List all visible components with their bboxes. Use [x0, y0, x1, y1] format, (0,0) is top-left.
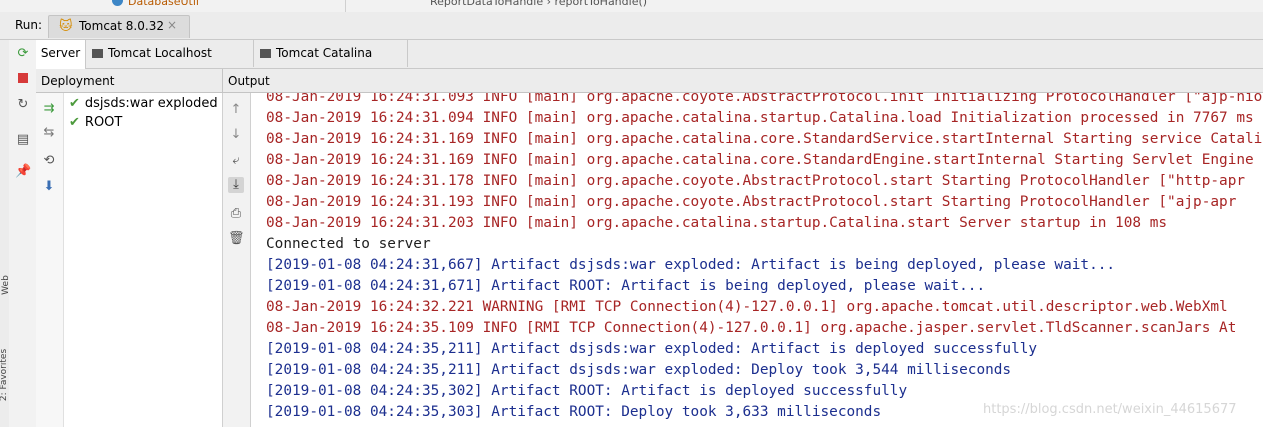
deployment-toolbar: ⇉ ⇆ ⟲ ⬇ [36, 93, 64, 427]
artifact-name: dsjsds:war exploded [84, 96, 218, 111]
check-icon: ✔ [69, 115, 80, 130]
console-line: 08-Jan-2019 16:24:31.093 INFO [main] org… [266, 93, 1263, 105]
output-toolbar: ↑ ↓ ⤶ ⤓ ⎙ 🗑 [223, 93, 251, 427]
console-line: 08-Jan-2019 16:24:31.169 INFO [main] org… [266, 131, 1263, 147]
console-line: 08-Jan-2019 16:24:31.203 INFO [main] org… [266, 215, 1168, 231]
log-icon [260, 49, 271, 58]
artifact-name: ROOT [84, 115, 123, 130]
run-config-name: Tomcat 8.0.32 [79, 19, 164, 33]
run-config-tab[interactable]: 🐱 Tomcat 8.0.32 × [48, 15, 190, 38]
tab-tomcat-catalina-log[interactable]: Tomcat Catalina Log× [254, 40, 408, 87]
tomcat-icon: 🐱 [59, 19, 73, 34]
edit-artifact-icon[interactable]: ⬇ [41, 179, 57, 195]
output-header-label: Output [228, 74, 270, 88]
console-output[interactable]: 08-Jan-2019 16:24:31.093 INFO [main] org… [251, 93, 1263, 427]
tab-server-label: Server [40, 46, 81, 60]
run-toolbar: ⟳ ↻ ▤ 📌 [9, 40, 37, 427]
console-line: [2019-01-08 04:24:35,303] Artifact ROOT:… [266, 404, 882, 420]
tab-tomcat-localhost-log[interactable]: Tomcat Localhost Log× [86, 40, 254, 87]
editor-tab-strip: DatabaseUtil ReportDataToHandle › report… [0, 0, 1263, 12]
artifact-item[interactable]: ✔ ROOT [69, 114, 122, 132]
run-label: Run: [15, 18, 43, 32]
update-app-icon[interactable]: ↻ [15, 97, 31, 113]
console-line: 08-Jan-2019 16:24:31.094 INFO [main] org… [266, 110, 1254, 126]
soft-wrap-icon[interactable]: ⤶ [228, 153, 244, 169]
rerun-icon[interactable]: ⟳ [15, 46, 31, 62]
console-line: [2019-01-08 04:24:35,211] Artifact dsjsd… [266, 362, 1012, 378]
log-icon [92, 49, 103, 58]
console-line: 08-Jan-2019 16:24:31.169 INFO [main] org… [266, 152, 1254, 168]
refresh-icon[interactable]: ⟲ [41, 153, 57, 169]
stop-icon[interactable] [15, 72, 31, 88]
arrow-up-icon[interactable]: ↑ [228, 102, 244, 118]
console-line: Connected to server [266, 236, 431, 252]
pin-icon[interactable]: 📌 [15, 164, 31, 180]
server-subtabs: Server Tomcat Localhost Log× Tomcat Cata… [36, 40, 1263, 87]
print-icon[interactable]: ⎙ [228, 206, 244, 222]
deployment-header: Deployment [36, 69, 223, 93]
favorites-side-tab[interactable]: 2: Favorites [0, 349, 9, 401]
console-line: 08-Jan-2019 16:24:32.221 WARNING [RMI TC… [266, 299, 1228, 315]
deployment-header-label: Deployment [41, 74, 115, 88]
output-header: Output [223, 69, 1263, 93]
scroll-to-end-icon[interactable]: ⤓ [228, 177, 244, 193]
layout-icon[interactable]: ▤ [15, 132, 31, 148]
deployment-panel: ⇉ ⇆ ⟲ ⬇ ✔ dsjsds:war exploded ✔ ROOT [36, 93, 223, 427]
editor-file-name: DatabaseUtil [128, 0, 199, 8]
editor-file-tab[interactable]: DatabaseUtil [0, 0, 346, 12]
trash-icon[interactable]: 🗑 [228, 231, 245, 247]
undeploy-icon[interactable]: ⇆ [41, 125, 57, 141]
watermark: https://blog.csdn.net/weixin_44615677 [983, 402, 1237, 417]
artifact-item[interactable]: ✔ dsjsds:war exploded [69, 95, 218, 113]
deploy-all-icon[interactable]: ⇉ [41, 101, 57, 117]
console-line: [2019-01-08 04:24:35,211] Artifact dsjsd… [266, 341, 1038, 357]
java-class-icon [112, 0, 123, 6]
console-line: 08-Jan-2019 16:24:35.109 INFO [RMI TCP C… [266, 320, 1237, 336]
close-icon[interactable]: × [167, 18, 177, 32]
check-icon: ✔ [69, 96, 80, 111]
console-line: [2019-01-08 04:24:35,302] Artifact ROOT:… [266, 383, 908, 399]
console-line: [2019-01-08 04:24:31,671] Artifact ROOT:… [266, 278, 986, 294]
console-line: 08-Jan-2019 16:24:31.193 INFO [main] org… [266, 194, 1237, 210]
console-line: [2019-01-08 04:24:31,667] Artifact dsjsd… [266, 257, 1116, 273]
editor-breadcrumb[interactable]: ReportDataToHandle › reportToHandle() [430, 0, 647, 9]
run-toolwindow-header: Run: 🐱 Tomcat 8.0.32 × [0, 12, 1263, 40]
arrow-down-icon[interactable]: ↓ [228, 127, 244, 143]
tab-server[interactable]: Server [36, 40, 86, 69]
console-line: 08-Jan-2019 16:24:31.178 INFO [main] org… [266, 173, 1246, 189]
